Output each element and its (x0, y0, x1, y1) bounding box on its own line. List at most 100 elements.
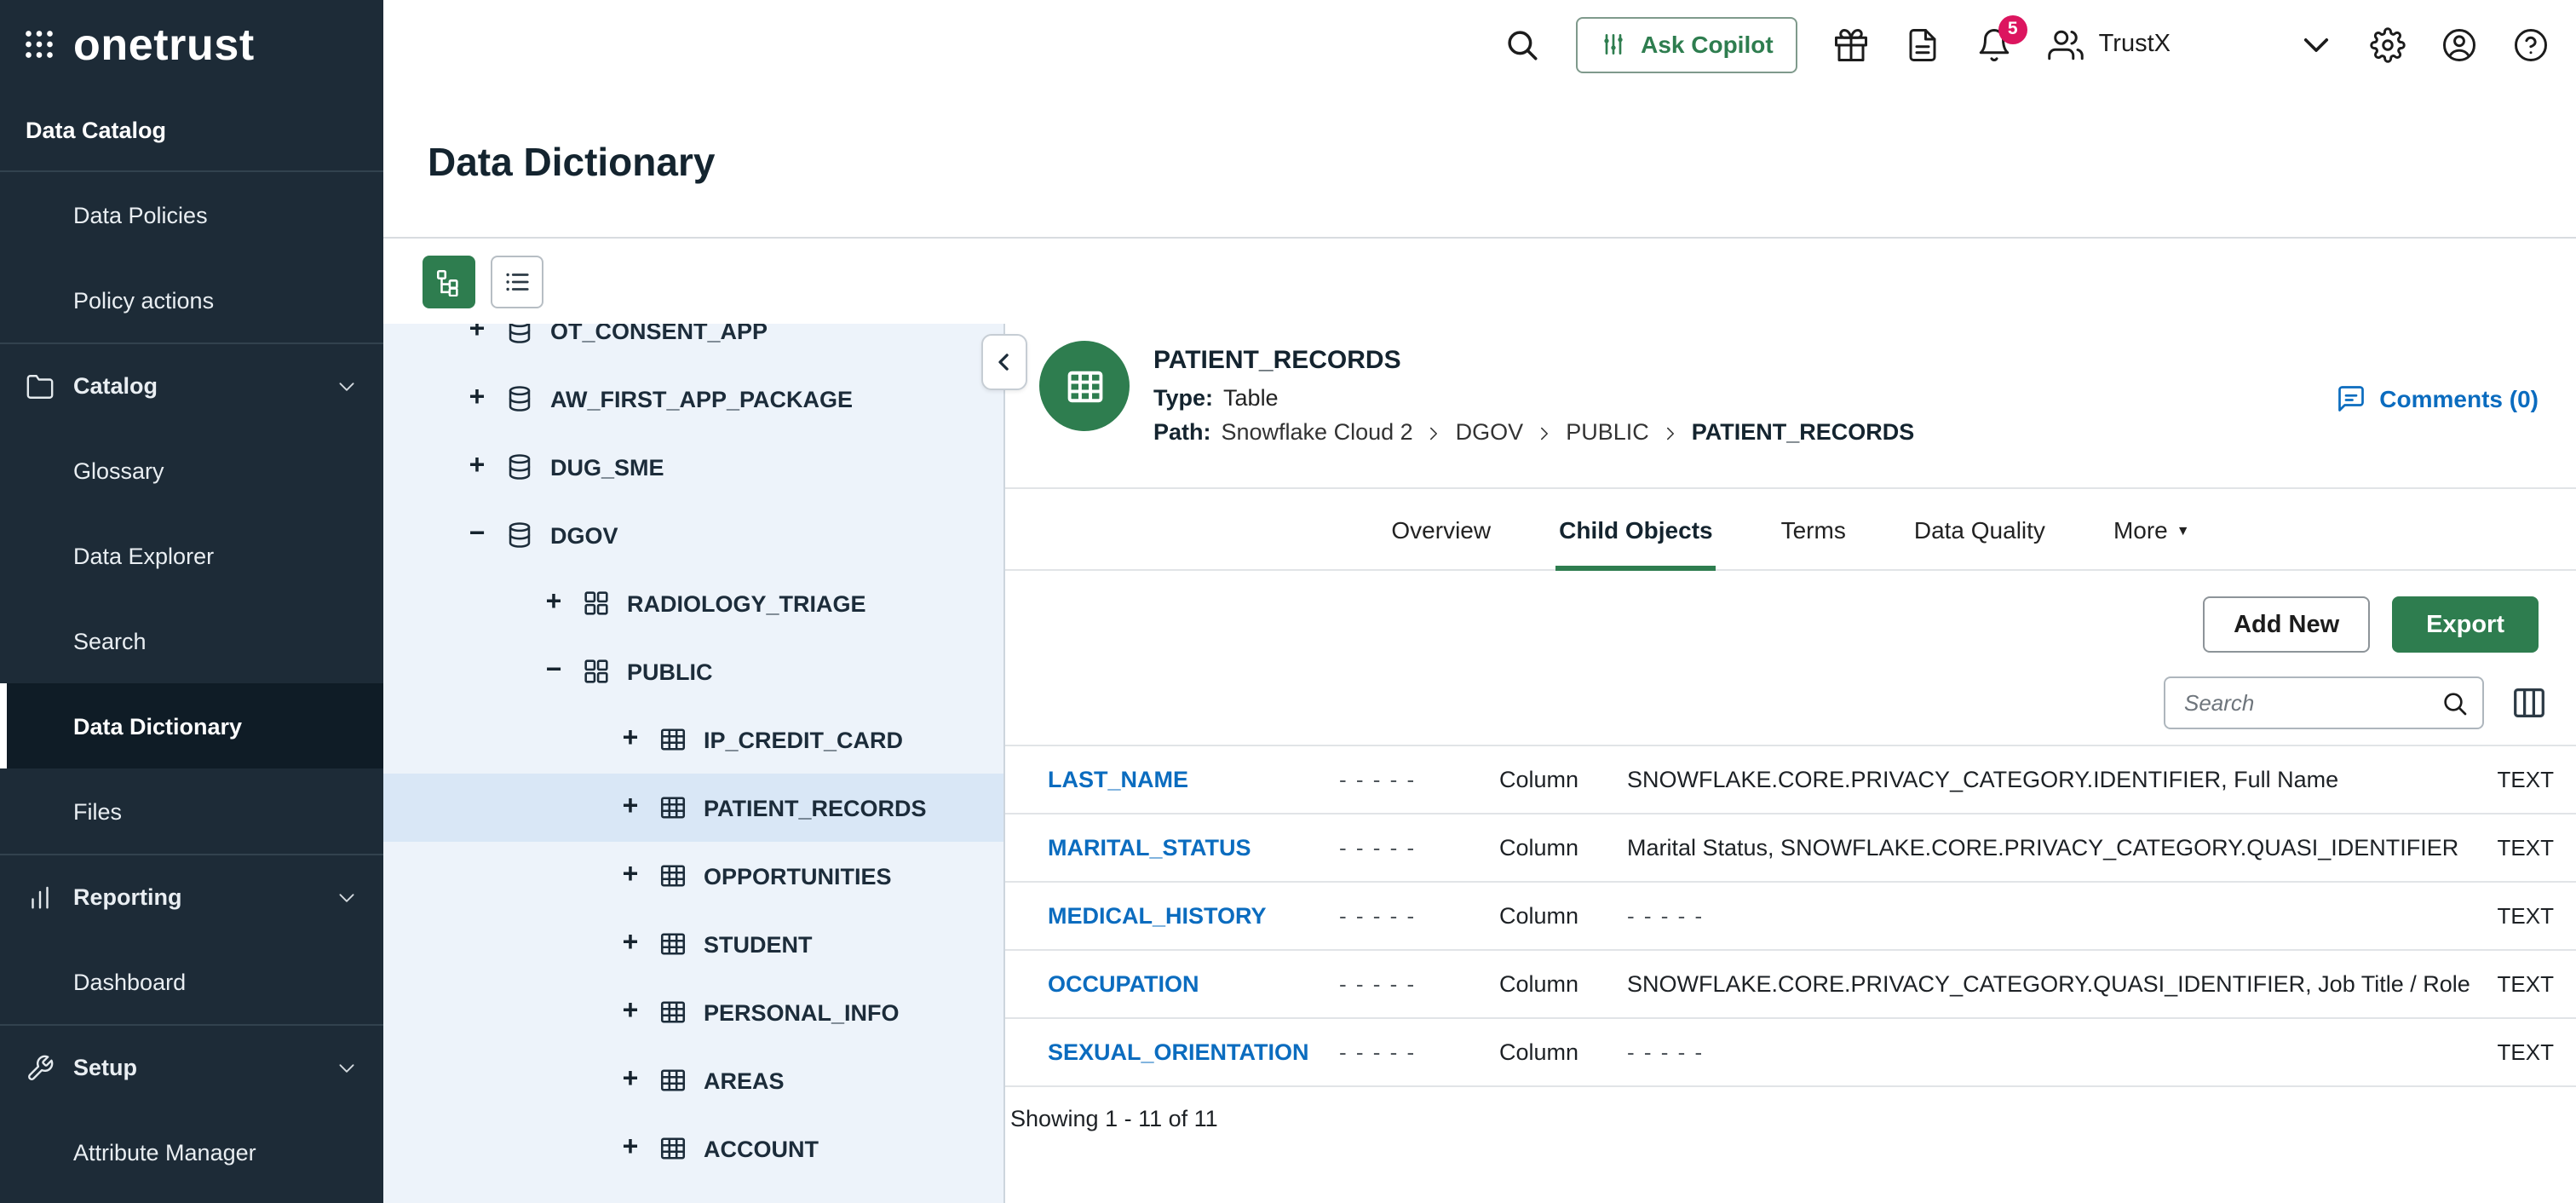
column-name-link[interactable]: MARITAL_STATUS (1005, 835, 1339, 861)
tree-item-aw-first-app-package[interactable]: +AW_FIRST_APP_PACKAGE (383, 365, 1003, 433)
results-count: Showing 1 - 11 of 11 (1005, 1087, 2576, 1131)
add-new-button[interactable]: Add New (2203, 596, 2370, 653)
tree-item-patient-records[interactable]: +PATIENT_RECORDS (383, 774, 1003, 842)
table-row-occupation: OCCUPATION- - - - -ColumnSNOWFLAKE.CORE.… (1005, 951, 2576, 1019)
cell-description: SNOWFLAKE.CORE.PRIVACY_CATEGORY.IDENTIFI… (1627, 767, 2470, 792)
chevron-down-icon[interactable] (2298, 26, 2334, 62)
tab-terms[interactable]: Terms (1778, 489, 1849, 569)
breadcrumb: Path: Snowflake Cloud 2DGOVPUBLICPATIENT… (1153, 416, 1914, 450)
expand-icon[interactable]: + (465, 383, 489, 414)
object-type: Type: Table (1153, 382, 1914, 416)
cell-object-type: Column (1499, 767, 1627, 792)
app-grid-icon[interactable] (22, 27, 56, 61)
breadcrumb-item[interactable]: PUBLIC (1566, 416, 1649, 450)
sidebar-item-search[interactable]: Search (0, 598, 383, 683)
cell-description: SNOWFLAKE.CORE.PRIVACY_CATEGORY.QUASI_ID… (1627, 971, 2470, 997)
column-name-link[interactable]: SEXUAL_ORIENTATION (1005, 1039, 1339, 1065)
sidebar-item-files[interactable]: Files (0, 768, 383, 854)
folder-icon (26, 371, 55, 400)
tree-item-student[interactable]: + STUDENT (383, 910, 1003, 978)
search-input[interactable] (2184, 690, 2441, 716)
cell-tags: - - - - - (1339, 767, 1499, 792)
detail-panel: PATIENT_RECORDS Type: Table Path: Snowfl… (1005, 324, 2576, 1203)
breadcrumb-item[interactable]: DGOV (1456, 416, 1524, 450)
sidebar-item-data-dictionary[interactable]: Data Dictionary (0, 683, 383, 768)
expand-icon[interactable]: + (542, 588, 566, 619)
collapse-icon[interactable]: − (542, 656, 566, 687)
expand-icon[interactable]: + (618, 861, 642, 891)
tree-item-personal-info[interactable]: +PERSONAL_INFO (383, 978, 1003, 1046)
tree-item-public[interactable]: −PUBLIC (383, 637, 1003, 705)
collapse-panel-button[interactable] (981, 334, 1027, 390)
expand-icon[interactable]: + (618, 929, 642, 959)
tree-item-ot-consent-app[interactable]: +OT_CONSENT_APP (383, 324, 1003, 365)
expand-icon[interactable]: + (618, 997, 642, 1027)
tree-item-dgov[interactable]: −DGOV (383, 501, 1003, 569)
tree-item-account[interactable]: +ACCOUNT (383, 1114, 1003, 1183)
ask-copilot-button[interactable]: Ask Copilot (1576, 16, 1797, 72)
sidebar-item-label: Attribute Manager (73, 1139, 256, 1165)
account-icon[interactable] (2441, 26, 2477, 62)
expand-icon[interactable]: + (465, 324, 489, 346)
tab-overview[interactable]: Overview (1388, 489, 1494, 569)
expand-icon[interactable]: + (618, 1065, 642, 1096)
tab-child-objects[interactable]: Child Objects (1555, 489, 1716, 569)
tree-item-label: IP_CREDIT_CARD (704, 727, 903, 752)
gift-icon[interactable] (1833, 26, 1869, 62)
copilot-sliders-icon (1600, 31, 1627, 58)
tree-item-opportunities[interactable]: +OPPORTUNITIES (383, 842, 1003, 910)
table-row-sexual-orientation: SEXUAL_ORIENTATION- - - - -Column- - - -… (1005, 1019, 2576, 1087)
cell-object-type: Column (1499, 971, 1627, 997)
object-info: PATIENT_RECORDS Type: Table Path: Snowfl… (1153, 341, 1914, 450)
tree-item-label: STUDENT (704, 931, 813, 957)
tree-item-areas[interactable]: +AREAS (383, 1046, 1003, 1114)
column-settings-icon[interactable] (2510, 683, 2549, 722)
cell-tags: - - - - - (1339, 903, 1499, 929)
bell-icon[interactable]: 5 (1976, 26, 2012, 62)
schema-icon (581, 588, 612, 619)
page-title: Data Dictionary (428, 140, 715, 186)
org-switcher[interactable]: TrustX (2048, 26, 2171, 62)
sidebar-item-reporting[interactable]: Reporting (0, 854, 383, 939)
export-button[interactable]: Export (2392, 596, 2539, 653)
comments-link[interactable]: Comments (0) (2335, 383, 2539, 414)
breadcrumb-item[interactable]: Snowflake Cloud 2 (1222, 416, 1413, 450)
cell-data-type: TEXT (2470, 767, 2576, 792)
column-name-link[interactable]: MEDICAL_HISTORY (1005, 903, 1339, 929)
sidebar-item-glossary[interactable]: Glossary (0, 428, 383, 513)
column-name-link[interactable]: OCCUPATION (1005, 971, 1339, 997)
tree-item-radiology-triage[interactable]: +RADIOLOGY_TRIAGE (383, 569, 1003, 637)
sidebar-item-dashboard[interactable]: Dashboard (0, 939, 383, 1024)
expand-icon[interactable]: + (618, 724, 642, 755)
sidebar-item-label: Reporting (73, 884, 182, 910)
tab-more[interactable]: More▼ (2110, 489, 2194, 569)
type-label: Type: (1153, 382, 1213, 416)
type-value: Table (1223, 382, 1279, 416)
cell-data-type: TEXT (2470, 971, 2576, 997)
expand-icon[interactable]: + (618, 792, 642, 823)
app-launcher[interactable]: onetrust (0, 0, 383, 89)
cell-data-type: TEXT (2470, 1039, 2576, 1065)
search-icon[interactable] (2441, 689, 2469, 717)
sidebar-item-catalog[interactable]: Catalog (0, 342, 383, 428)
sidebar-item-policy-actions[interactable]: Policy actions (0, 257, 383, 342)
column-name-link[interactable]: LAST_NAME (1005, 767, 1339, 792)
tree-view-button[interactable] (423, 255, 475, 308)
sidebar-item-data-policies[interactable]: Data Policies (0, 172, 383, 257)
gear-icon[interactable] (2370, 26, 2406, 62)
document-icon[interactable] (1905, 26, 1941, 62)
expand-icon[interactable]: + (618, 1133, 642, 1164)
sidebar-item-attribute-manager[interactable]: Attribute Manager (0, 1109, 383, 1194)
tab-data-quality[interactable]: Data Quality (1911, 489, 2049, 569)
collapse-icon[interactable]: − (465, 520, 489, 550)
search-icon[interactable] (1504, 26, 1540, 62)
expand-icon[interactable]: + (465, 452, 489, 482)
sidebar-item-setup[interactable]: Setup (0, 1024, 383, 1109)
tree-item-dug-sme[interactable]: +DUG_SME (383, 433, 1003, 501)
help-icon[interactable] (2513, 26, 2549, 62)
tree-item-ip-credit-card[interactable]: + IP_CREDIT_CARD (383, 705, 1003, 774)
list-view-button[interactable] (491, 255, 543, 308)
sidebar-nav: Data PoliciesPolicy actionsCatalogGlossa… (0, 172, 383, 1194)
sidebar-item-data-explorer[interactable]: Data Explorer (0, 513, 383, 598)
chevron-left-icon (992, 349, 1017, 375)
